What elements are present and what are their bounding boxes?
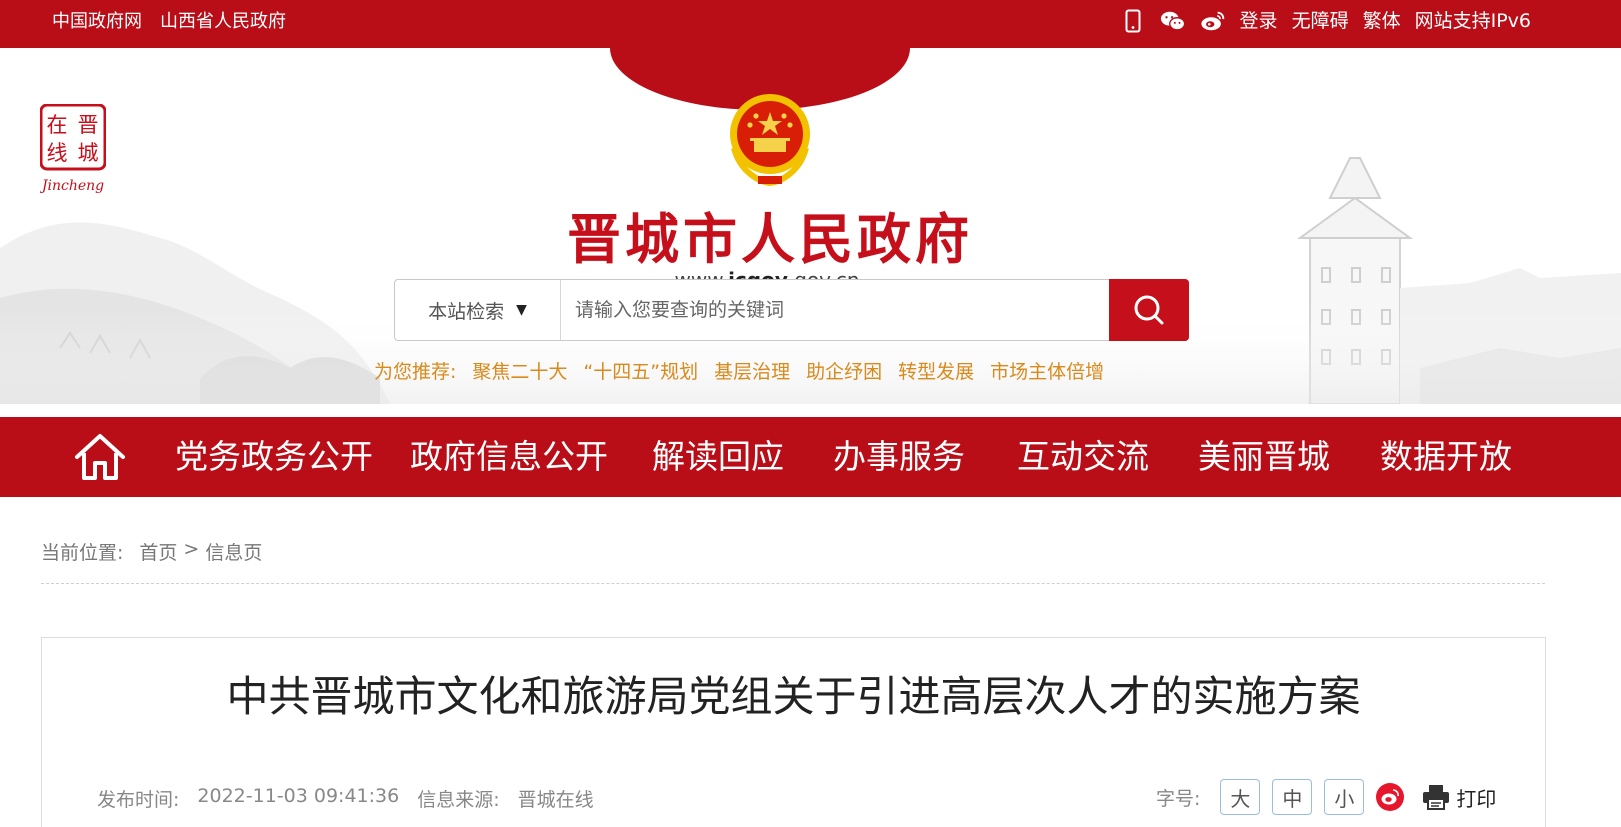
svg-text:城: 城 <box>78 141 99 165</box>
weibo-share-icon[interactable] <box>1376 783 1405 811</box>
nav-item-gov-info[interactable]: 政府信息公开 <box>410 417 608 497</box>
home-icon <box>75 434 125 480</box>
recommend-item[interactable]: “十四五”规划 <box>583 357 698 384</box>
article-title: 中共晋城市文化和旅游局党组关于引进高层次人才的实施方案 <box>226 672 1361 721</box>
recommend-item[interactable]: 转型发展 <box>898 357 974 384</box>
printer-icon <box>1423 785 1450 810</box>
svg-text:晋: 晋 <box>78 113 99 137</box>
nav-home-button[interactable] <box>72 429 128 485</box>
font-size-medium-button[interactable]: 中 <box>1272 779 1313 815</box>
nav-item-party-affairs[interactable]: 党务政务公开 <box>175 417 373 497</box>
chevron-down-icon: ▼ <box>516 302 527 318</box>
breadcrumb-home-link[interactable]: 首页 <box>139 538 177 565</box>
wechat-icon[interactable] <box>1160 8 1186 34</box>
nav-item-interpretation[interactable]: 解读回应 <box>652 417 784 497</box>
main-nav: 党务政务公开 政府信息公开 解读回应 办事服务 互动交流 美丽晋城 数据开放 <box>0 417 1621 497</box>
ipv6-support-label: 网站支持IPv6 <box>1414 10 1531 32</box>
nav-item-interaction[interactable]: 互动交流 <box>1017 417 1149 497</box>
print-label: 打印 <box>1456 786 1497 811</box>
nav-item-open-data[interactable]: 数据开放 <box>1380 417 1512 497</box>
svg-text:Jincheng: Jincheng <box>40 178 104 194</box>
nav-item-beautiful-jincheng[interactable]: 美丽晋城 <box>1198 417 1330 497</box>
article-meta: 发布时间: 2022-11-03 09:41:36 信息来源: 晋城在线 <box>97 785 594 812</box>
search-bar: 本站检索 ▼ <box>394 279 1189 341</box>
recommend-item[interactable]: 基层治理 <box>714 357 790 384</box>
search-scope-dropdown[interactable]: 本站检索 ▼ <box>395 280 561 340</box>
link-china-gov[interactable]: 中国政府网 <box>52 10 142 34</box>
login-link[interactable]: 登录 <box>1240 8 1278 34</box>
svg-text:线: 线 <box>47 141 68 165</box>
mobile-icon[interactable] <box>1120 8 1146 34</box>
national-emblem-icon <box>730 94 810 187</box>
svg-text:在: 在 <box>47 113 68 137</box>
breadcrumb-separator: > <box>183 538 200 560</box>
site-header: 在 晋 线 城 Jincheng 晋城市人民政府 www.jcgov.gov.c… <box>0 48 1621 404</box>
print-button[interactable]: 打印 <box>1422 783 1496 812</box>
publish-time: 2022-11-03 09:41:36 <box>197 785 400 807</box>
recommend-item[interactable]: 市场主体倍增 <box>990 357 1104 384</box>
top-links: 中国政府网 山西省人民政府 <box>52 10 286 34</box>
site-logo[interactable]: 在 晋 线 城 Jincheng <box>40 104 106 196</box>
search-button[interactable] <box>1109 279 1189 341</box>
recommend-bar: 为您推荐: 聚焦二十大 “十四五”规划 基层治理 助企纾困 转型发展 市场主体倍… <box>374 357 1104 384</box>
font-size-label: 字号: <box>1156 787 1201 810</box>
top-right-tools: 登录 无障碍 繁体 网站支持IPv6 <box>1120 8 1531 34</box>
accessibility-link[interactable]: 无障碍 <box>1292 8 1349 34</box>
article-panel: 中共晋城市文化和旅游局党组关于引进高层次人才的实施方案 发布时间: 2022-1… <box>41 637 1546 827</box>
search-input[interactable] <box>561 280 1109 340</box>
breadcrumb-divider <box>41 583 1545 584</box>
breadcrumb-label: 当前位置: <box>41 542 124 564</box>
source-value: 晋城在线 <box>517 789 594 811</box>
link-shanxi-gov[interactable]: 山西省人民政府 <box>160 10 286 34</box>
breadcrumb-current: 信息页 <box>205 542 263 564</box>
recommend-item[interactable]: 聚焦二十大 <box>472 357 567 384</box>
font-size-large-button[interactable]: 大 <box>1220 779 1261 815</box>
breadcrumb: 当前位置: 首页 > 信息页 <box>41 538 262 565</box>
weibo-icon[interactable] <box>1200 8 1226 34</box>
site-title: 晋城市人民政府 <box>567 207 973 271</box>
publish-time-label: 发布时间: <box>97 789 180 811</box>
traditional-chinese-link[interactable]: 繁体 <box>1363 8 1401 34</box>
article-tools: 字号: 大 中 小 打印 <box>1156 779 1496 815</box>
recommend-item[interactable]: 助企纾困 <box>806 357 882 384</box>
search-icon <box>1134 295 1164 325</box>
source-label: 信息来源: <box>417 789 500 811</box>
search-scope-label: 本站检索 <box>428 300 505 323</box>
recommend-label: 为您推荐: <box>374 361 457 383</box>
font-size-small-button[interactable]: 小 <box>1324 779 1365 815</box>
top-bar: 中国政府网 山西省人民政府 登录 无障碍 繁体 网站支持IPv6 <box>0 0 1621 48</box>
nav-item-services[interactable]: 办事服务 <box>833 417 965 497</box>
